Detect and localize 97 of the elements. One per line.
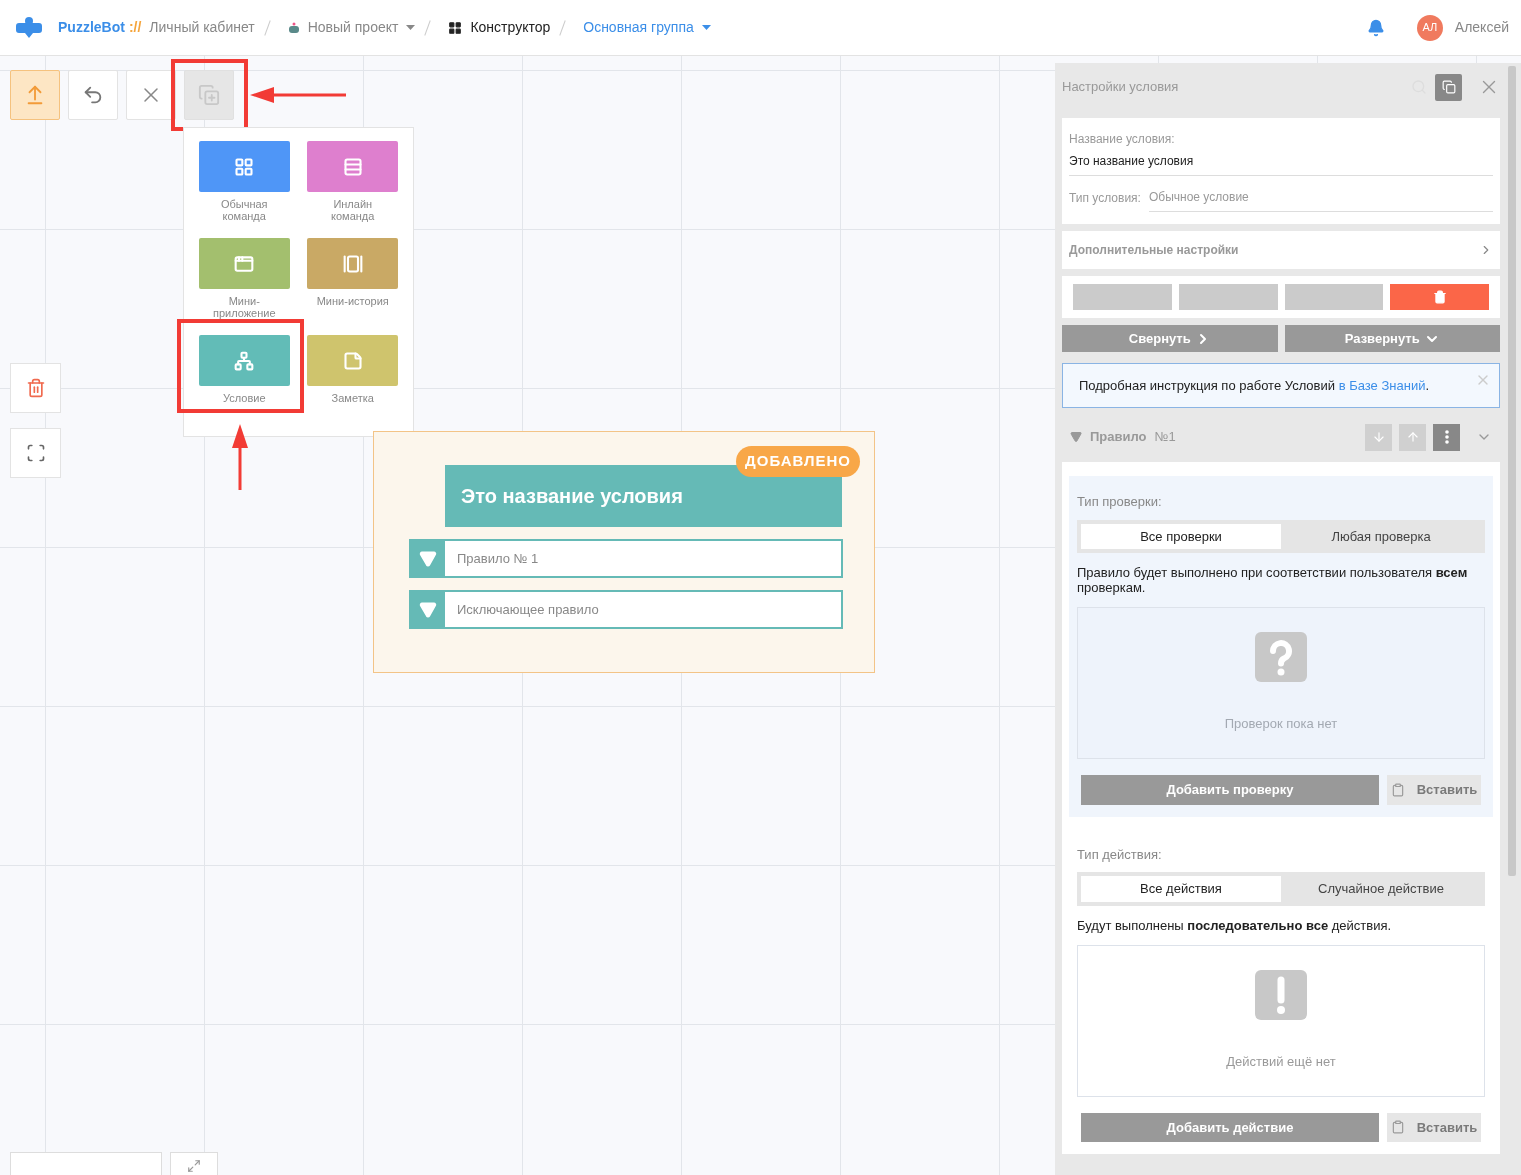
extra-settings-row[interactable]: Дополнительные настройки [1062,231,1500,269]
section-description: Правило будет выполнено при соответствии пользователя всем проверкам. [1077,565,1469,595]
blank-button[interactable] [1073,284,1172,310]
trash-icon [1432,290,1447,304]
copy-button[interactable] [1435,73,1462,101]
arrow-up-icon [1405,430,1420,444]
blank-button[interactable] [1178,284,1278,310]
field-label: Название условия: [1069,131,1176,148]
breadcrumb-link[interactable]: Личный кабинет [149,17,255,38]
collapse-button[interactable]: Свернуть [1062,325,1278,352]
clipboard-icon [1390,1120,1405,1135]
copy-icon [1441,80,1456,94]
name-input-field[interactable]: Это название условия [1069,152,1493,176]
added-badge: ДОБАВЛЕНО [736,446,860,477]
scrollbar[interactable] [1508,66,1516,876]
rule-row[interactable]: Исключающее правило [409,590,843,629]
delete-button[interactable] [10,363,61,413]
menu-item-label: Заметка [330,392,375,404]
expand-button[interactable]: Развернуть [1284,325,1500,352]
grid-icon [448,20,463,35]
user-name[interactable]: Алексей [1454,17,1509,38]
expand-icon [187,1159,201,1173]
move-up-button[interactable] [1399,423,1426,451]
upload-button[interactable] [10,70,60,120]
segment-tab[interactable]: Случайное действие [1281,876,1481,902]
menu-item[interactable]: Заметка [306,335,399,428]
more-button[interactable] [1433,423,1460,451]
empty-text: Проверок пока нет [1224,715,1338,734]
panel-title: Настройки условия [1062,78,1179,97]
grid-icon [234,156,255,177]
menu-item-label: Инлайн команда [330,198,376,222]
segment-tab[interactable]: Все действия [1081,876,1281,902]
menu-item-label: Мини-история [315,295,390,307]
menu-item-label: Обычная команда [219,198,269,222]
blank-button[interactable] [1284,284,1384,310]
breadcrumb-link[interactable]: Основная группа [583,17,711,38]
rule-label: Исключающее правило [457,600,599,619]
note-icon [342,350,363,371]
section-description: Будут выполнены последовательно все действия. [1077,917,1393,933]
question-icon [1255,632,1307,683]
triangle-icon [419,549,437,568]
delete-button[interactable] [1390,284,1489,310]
node-title: Это название условия [461,484,683,509]
section-label: Тип проверки: [1077,493,1163,511]
menu-item[interactable]: Мини-история [306,238,399,331]
pointer-arrow [232,424,248,492]
trash-icon [25,378,46,398]
segment-tab[interactable]: Любая проверка [1281,523,1481,549]
brand-separator: :// [128,18,142,37]
frame-button[interactable] [10,428,61,478]
move-down-button[interactable] [1365,423,1392,451]
breadcrumb-link[interactable]: Конструктор [448,17,551,38]
add-button[interactable] [184,70,234,120]
rule-number: №1 [1154,428,1176,447]
rule-title: Правило [1090,428,1147,447]
condition-node[interactable]: Это название условия ДОБАВЛЕНО Правило № 1 Исключающее правило [373,431,875,673]
add-action-button[interactable]: Добавить действие [1081,1112,1379,1142]
info-text: Подробная инструкция по работе Условий в Базе Знаний. [1079,376,1430,395]
caret-icon [701,25,711,30]
add-check-button[interactable]: Добавить проверку [1081,775,1379,805]
rule-label: Правило № 1 [457,549,539,568]
logo-icon [16,16,42,39]
field-label: Тип условия: [1069,190,1141,207]
gallery-icon [342,253,363,274]
undo-button[interactable] [68,70,118,120]
rows-icon [342,156,363,177]
menu-item[interactable]: Обычная команда [198,141,291,234]
paste-button[interactable]: Вставить [1387,1112,1481,1142]
triangle-icon[interactable] [1070,431,1082,443]
type-input-field[interactable]: Обычное условие [1148,188,1493,212]
undo-icon [82,84,104,106]
user-avatar[interactable]: АЛ [1416,14,1443,41]
exclamation-icon [1255,969,1307,1020]
empty-text: Действий ещё нет [1226,1052,1336,1071]
branch-icon [234,350,255,371]
menu-item[interactable]: Инлайн команда [306,141,399,234]
menu-item-label: Условие [222,392,267,404]
breadcrumb-link[interactable]: Новый проект [287,17,416,38]
close-button[interactable] [126,70,176,120]
clipboard-icon [1390,782,1405,797]
brand-name[interactable]: PuzzleBot [58,17,125,38]
menu-item[interactable]: Условие [198,335,291,428]
add-copy-icon [198,84,220,106]
segment-tab[interactable]: Все проверки [1081,523,1281,549]
caret-icon [406,25,416,30]
menu-item-label: Мини-приложение [211,295,277,319]
paste-button[interactable]: Вставить [1387,775,1481,805]
menu-item[interactable]: Мини-приложение [198,238,291,331]
section-label: Тип действия: [1077,845,1163,864]
window-icon [234,253,255,274]
robot-icon [287,21,300,34]
frame-icon [25,443,46,463]
triangle-icon [419,600,437,619]
notification-bell-icon[interactable] [1366,18,1385,37]
rule-row[interactable]: Правило № 1 [409,539,843,578]
more-icon [1444,430,1449,444]
arrow-down-icon [1371,430,1386,444]
